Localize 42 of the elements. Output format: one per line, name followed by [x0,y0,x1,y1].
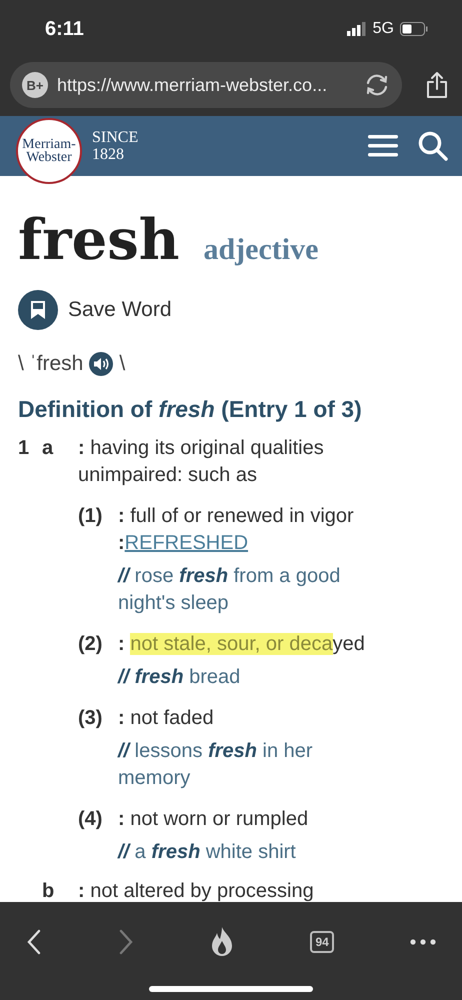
definition-text: : not faded [118,706,215,731]
since-label: SINCE 1828 [92,129,138,163]
headword: fresh [18,208,180,272]
save-word-link[interactable]: Save Word [68,298,172,322]
example-sentence: // a fresh white shirt [118,840,297,865]
tab-count-button[interactable]: 94 [310,931,334,953]
definition-text: : not altered by processing [78,879,315,902]
address-bar[interactable]: B+ https://www.merriam-webster.co... [10,62,402,108]
reload-icon[interactable] [364,73,390,97]
example-sentence: // lessons fresh in her memory [118,739,314,791]
subsense-label: (2) [78,632,104,657]
clock: 6:11 [45,18,84,40]
part-of-speech[interactable]: adjective [203,233,318,267]
flame-icon[interactable] [210,927,234,957]
more-icon[interactable] [410,939,436,945]
example-sentence: // rose fresh from a good night's sleep [118,564,342,616]
url-text: https://www.merriam-webster.co... [57,74,328,96]
signal-icon [346,22,367,36]
extension-badge[interactable]: B+ [22,72,48,98]
back-icon[interactable] [26,929,42,955]
bookmark-icon[interactable] [18,290,58,330]
definition-heading: Definition of fresh (Entry 1 of 3) [18,396,363,423]
pronunciation: \ ˈfresh [18,352,84,376]
subsense-label: (1) [78,504,104,529]
network-label: 5G [372,20,394,38]
pronunciation-end: \ [119,352,126,376]
cross-reference-link[interactable]: REFRESHED [124,532,248,554]
menu-icon[interactable] [368,134,398,158]
definition-text: : full of or renewed in vigor :REFRESHED [118,504,355,556]
definition-text: : not worn or rumpled [118,807,310,832]
subsense-label: (4) [78,807,104,832]
speaker-icon[interactable] [89,352,114,376]
site-logo[interactable]: Merriam- Webster [16,118,82,184]
sense-letter: a [41,436,54,461]
subsense-label: (3) [78,706,104,731]
sense-letter: b [41,879,56,902]
example-sentence: // fresh bread [118,665,242,690]
battery-icon [400,22,428,36]
sense-number: 1 [18,437,30,459]
search-icon[interactable] [418,131,448,161]
definition-text: : having its original qualities unimpaired: such as [78,436,325,488]
share-icon[interactable] [426,71,448,99]
